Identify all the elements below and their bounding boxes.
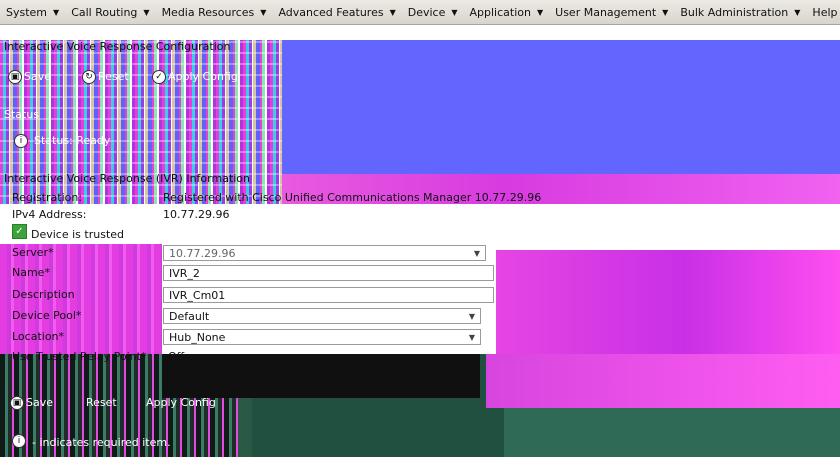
- chevron-down-icon: ▼: [260, 7, 267, 17]
- chevron-down-icon: ▼: [662, 7, 669, 17]
- ipv4-label: IPv4 Address:: [12, 208, 87, 221]
- registration-label: Registration:: [12, 191, 83, 204]
- menu-advanced-features[interactable]: Advanced Features ▼: [272, 0, 401, 24]
- apply-config-icon[interactable]: ✓: [152, 70, 166, 84]
- required-note: - indicates required item.: [32, 436, 171, 449]
- menu-device[interactable]: Device ▼: [402, 0, 464, 24]
- ipv4-value: 10.77.29.96: [163, 208, 230, 221]
- chevron-down-icon: ▼: [536, 7, 544, 17]
- menu-help[interactable]: Help▼: [806, 0, 840, 24]
- info-icon: i: [12, 434, 26, 448]
- device-pool-label: Device Pool*: [12, 309, 82, 322]
- description-label: Description: [12, 288, 75, 301]
- trusted-checkbox[interactable]: ✓: [12, 224, 27, 239]
- chevron-down-icon: ▼: [53, 7, 60, 17]
- save-icon[interactable]: ▣: [10, 396, 24, 410]
- reset-button[interactable]: Reset: [98, 70, 129, 83]
- menu-bar: System ▼ Call Routing ▼ Media Resources ▼ A…: [0, 0, 840, 25]
- menu-call-routing[interactable]: Call Routing ▼: [65, 0, 155, 24]
- reset-icon[interactable]: ↻: [82, 70, 96, 84]
- trusted-label: Device is trusted: [31, 228, 125, 241]
- device-pool-select[interactable]: Default ▼: [163, 308, 481, 324]
- chevron-down-icon: ▼: [143, 7, 150, 17]
- chevron-down-icon: ▼: [468, 312, 475, 321]
- menu-system[interactable]: System ▼: [0, 0, 65, 24]
- info-icon: i: [14, 134, 28, 148]
- status-section-title: Status: [4, 108, 40, 121]
- name-field[interactable]: IVR_2: [163, 265, 494, 281]
- save-button-bottom[interactable]: Save: [26, 396, 53, 409]
- pink-strip: [486, 354, 840, 408]
- registration-value: Registered with Cisco Unified Communicat…: [163, 191, 542, 204]
- chevron-down-icon: ▼: [473, 249, 480, 258]
- apply-config-button[interactable]: Apply Config: [168, 70, 238, 83]
- trp-select[interactable]: Off: [168, 350, 184, 363]
- save-icon[interactable]: ▣: [8, 70, 22, 84]
- menu-user-management[interactable]: User Management ▼: [549, 0, 674, 24]
- server-label: Server*: [12, 246, 54, 259]
- save-button[interactable]: Save: [24, 70, 51, 83]
- menu-application[interactable]: Application ▼: [464, 0, 550, 24]
- name-label: Name*: [12, 266, 50, 279]
- trp-label: Use Trusted Relay Point*: [12, 350, 147, 363]
- apply-config-button-bottom[interactable]: Apply Config: [146, 396, 216, 409]
- black-bar: [162, 354, 480, 398]
- location-label: Location*: [12, 330, 65, 343]
- chevron-down-icon: ▼: [468, 333, 475, 342]
- chevron-down-icon: ▼: [451, 7, 458, 17]
- status-message: Status: Ready: [34, 134, 111, 147]
- info-section-title: Interactive Voice Response (IVR) Informa…: [4, 172, 251, 185]
- magenta-right-region: [496, 250, 840, 355]
- description-field[interactable]: IVR_Cm01: [163, 287, 494, 303]
- location-select[interactable]: Hub_None ▼: [163, 329, 481, 345]
- chevron-down-icon: ▼: [389, 7, 396, 17]
- chevron-down-icon: ▼: [794, 7, 801, 17]
- menu-media-resources[interactable]: Media Resources ▼: [156, 0, 273, 24]
- blue-panel: [282, 40, 840, 174]
- page-title: Interactive Voice Response Configuration: [4, 40, 231, 53]
- reset-button-bottom[interactable]: Reset: [86, 396, 117, 409]
- server-select[interactable]: 10.77.29.96 ▼: [163, 245, 486, 261]
- menu-bulk-administration[interactable]: Bulk Administration ▼: [674, 0, 806, 24]
